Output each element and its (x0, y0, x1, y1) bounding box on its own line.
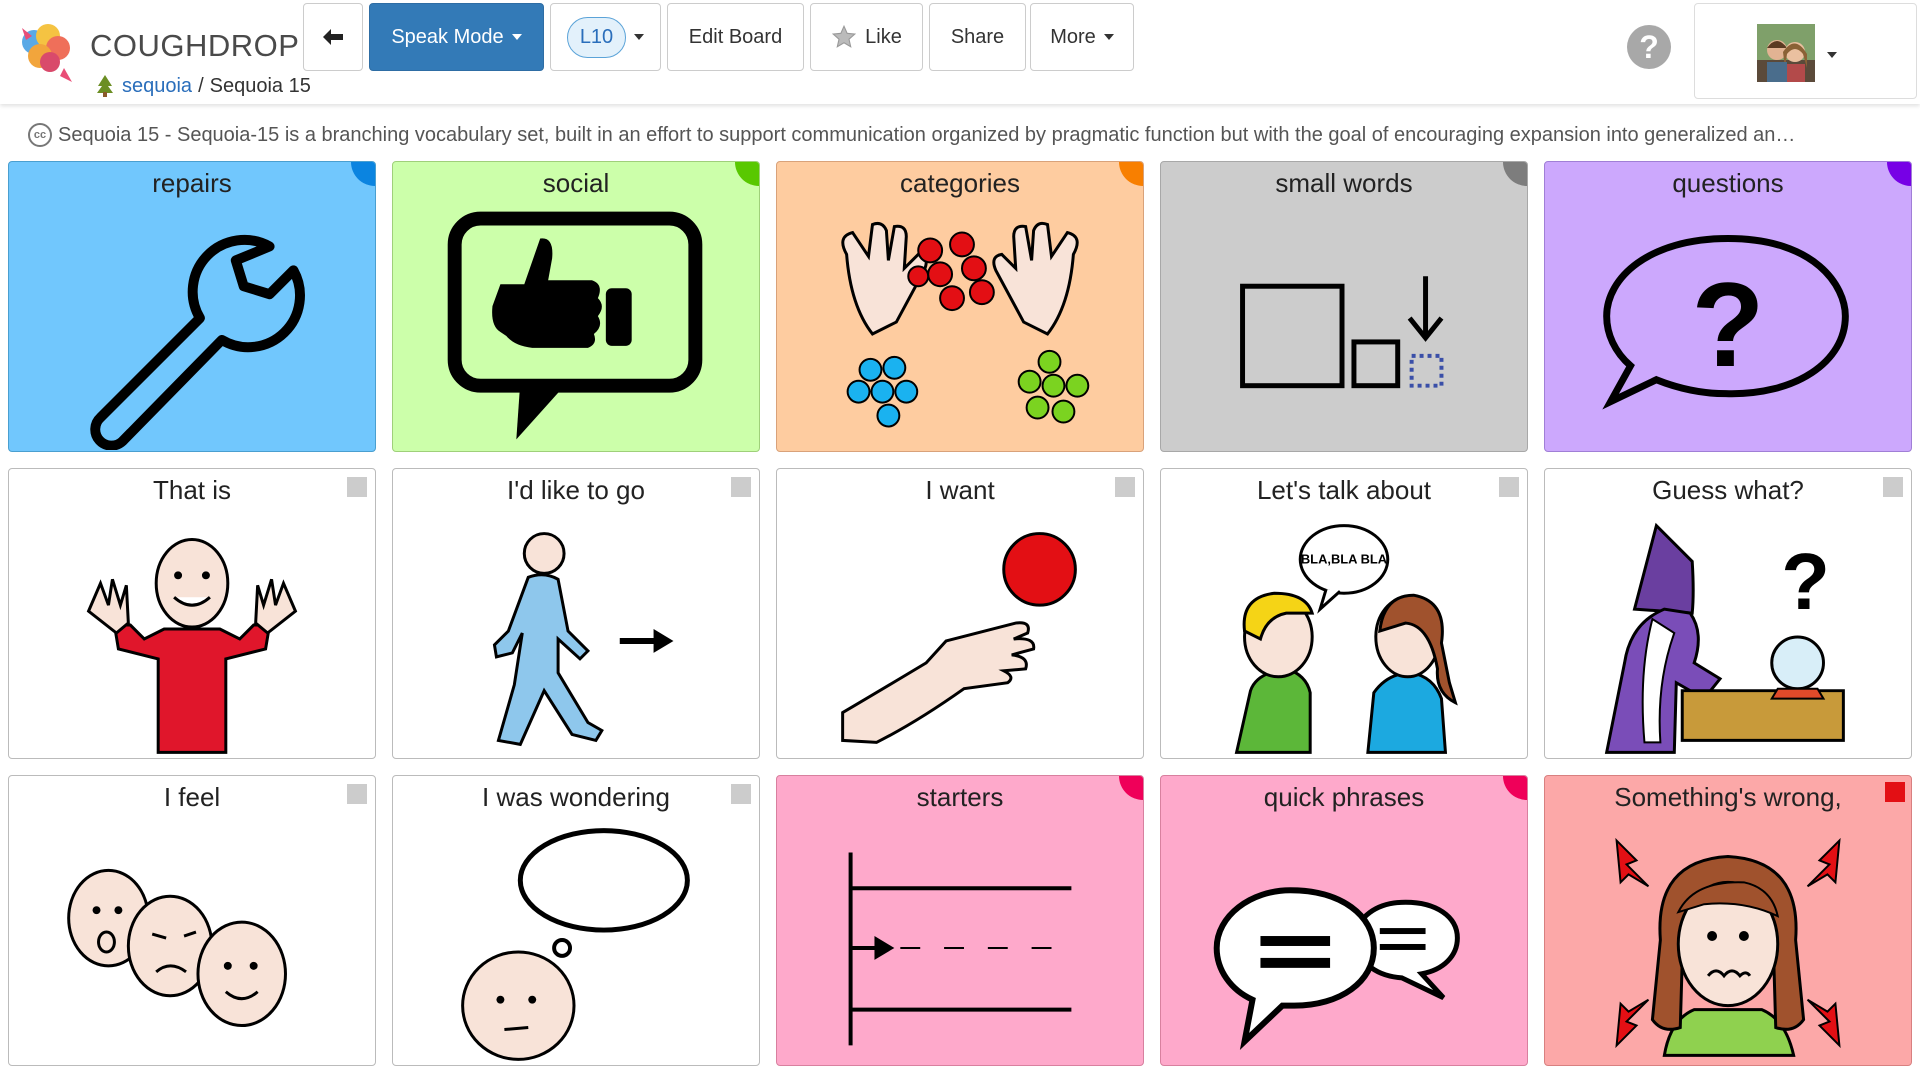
coughdrop-logo-icon[interactable] (14, 14, 82, 86)
question-speech-icon: ? (1602, 235, 1849, 410)
speak-mode-label: Speak Mode (391, 25, 504, 48)
two-people-talking-icon: BLA,BLA BLA (1234, 524, 1458, 754)
wrench-icon (90, 235, 305, 450)
svg-text:?: ? (1692, 259, 1765, 392)
app-title: COUGHDROP (90, 28, 300, 63)
tile-that-is[interactable]: That is (8, 468, 376, 759)
caret-down-icon (1827, 52, 1837, 58)
tile-label: Something's wrong, (1614, 782, 1842, 812)
tile-label: questions (1672, 168, 1784, 198)
tile-label: repairs (152, 168, 232, 198)
breadcrumb-user-link[interactable]: sequoia (122, 75, 192, 98)
walking-person-icon (492, 532, 674, 747)
tile-label: I feel (163, 782, 221, 812)
tile-label: I'd like to go (507, 475, 645, 505)
distressed-woman-icon (1615, 837, 1841, 1057)
tile-somethings-wrong[interactable]: Something's wrong, (1544, 775, 1912, 1066)
breadcrumb-separator: / (198, 74, 204, 97)
small-squares-icon (1240, 276, 1444, 389)
tile-i-was-wondering[interactable]: I was wondering (392, 775, 760, 1066)
three-faces-icon (67, 868, 287, 1028)
level-button[interactable]: L10 (550, 3, 661, 71)
tile-lets-talk-about[interactable]: Let's talk about BLA,BLA BLA (1160, 468, 1528, 759)
tile-categories[interactable]: categories (776, 161, 1144, 452)
tile-label: small words (1275, 168, 1413, 198)
hand-reaching-ball-icon (841, 532, 1077, 744)
tile-label: social (542, 168, 610, 198)
tile-label: starters (916, 782, 1004, 812)
creative-commons-icon: cc (28, 123, 52, 147)
caret-down-icon (634, 34, 645, 40)
edit-board-button[interactable]: Edit Board (667, 3, 804, 71)
tile-label: quick phrases (1263, 782, 1425, 812)
tile-questions[interactable]: questions ? (1544, 161, 1912, 452)
tile-label: Let's talk about (1256, 475, 1432, 505)
header: COUGHDROP sequoia / Sequoia 15 Speak Mod… (0, 0, 1920, 104)
share-button[interactable]: Share (929, 3, 1026, 71)
speech-text: BLA,BLA BLA (1301, 551, 1387, 566)
board-grid: repairs social categories small words qu… (8, 161, 1912, 1068)
presenting-person-icon (86, 538, 298, 754)
more-label: More (1050, 25, 1096, 48)
sorting-hands-icon (841, 221, 1090, 428)
thinking-head-icon (461, 828, 690, 1061)
tile-label: I was wondering (482, 782, 670, 812)
user-menu[interactable] (1694, 3, 1917, 99)
breadcrumb-board: Sequoia 15 (209, 74, 311, 97)
help-icon[interactable]: ? (1627, 25, 1671, 69)
arrow-left-icon (323, 29, 343, 45)
tile-quick-phrases[interactable]: quick phrases (1160, 775, 1528, 1066)
caret-down-icon (511, 34, 522, 40)
like-label: Like (865, 25, 902, 48)
board-description-text: Sequoia 15 - Sequoia-15 is a branching v… (58, 123, 1796, 146)
sequoia-tree-icon (97, 75, 113, 97)
tile-guess-what[interactable]: Guess what? ? (1544, 468, 1912, 759)
user-avatar[interactable] (1757, 24, 1815, 82)
starting-line-icon (848, 852, 1072, 1046)
level-badge: L10 (566, 16, 627, 58)
tile-i-feel[interactable]: I feel (8, 775, 376, 1066)
svg-text:?: ? (1781, 537, 1830, 626)
tile-small-words[interactable]: small words (1160, 161, 1528, 452)
caret-down-icon (1103, 34, 1114, 40)
wizard-crystal-ball-icon: ? (1604, 522, 1845, 754)
star-icon (832, 24, 857, 48)
breadcrumb: sequoia / Sequoia 15 (94, 74, 311, 98)
equal-speech-bubbles-icon (1213, 887, 1460, 1050)
like-button[interactable]: Like (810, 3, 923, 71)
speak-mode-button[interactable]: Speak Mode (369, 3, 544, 71)
thumbs-up-speech-icon (447, 211, 703, 440)
tile-label: That is (152, 475, 232, 505)
tile-label: I want (925, 475, 995, 505)
board-description: cc Sequoia 15 - Sequoia-15 is a branchin… (28, 123, 1795, 147)
tile-id-like-to-go[interactable]: I'd like to go (392, 468, 760, 759)
back-button[interactable] (303, 3, 363, 71)
tile-repairs[interactable]: repairs (8, 161, 376, 452)
tile-social[interactable]: social (392, 161, 760, 452)
tile-starters[interactable]: starters (776, 775, 1144, 1066)
more-button[interactable]: More (1030, 3, 1134, 71)
tile-i-want[interactable]: I want (776, 468, 1144, 759)
tile-label: Guess what? (1652, 475, 1804, 505)
tile-label: categories (900, 168, 1020, 198)
